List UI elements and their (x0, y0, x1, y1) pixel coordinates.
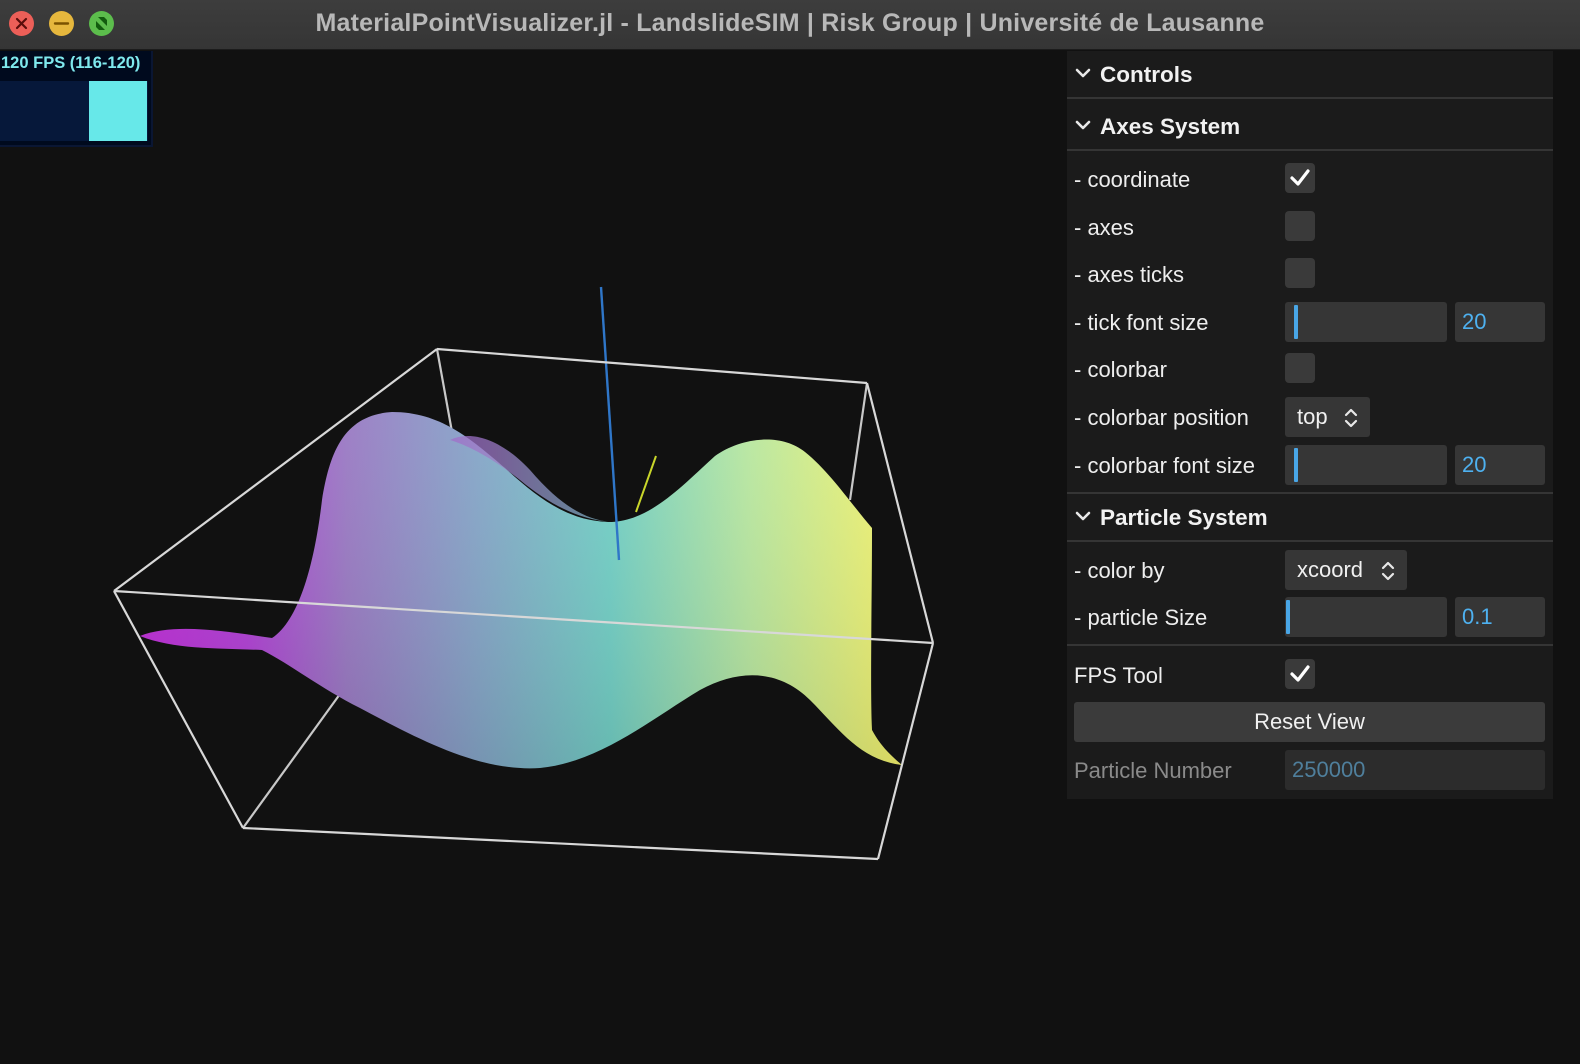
chevron-down-icon (1075, 511, 1091, 521)
axes-ticks-checkbox[interactable] (1285, 258, 1315, 288)
scene-canvas[interactable] (0, 51, 1068, 1064)
fps-widget: 120 FPS (116-120) (0, 51, 153, 147)
particle-system-header[interactable]: Particle System (1067, 494, 1553, 542)
tick-font-size-label: - tick font size (1074, 310, 1209, 335)
updown-arrows-icon (1381, 561, 1395, 581)
fps-graph-bar (89, 81, 147, 141)
axes-ticks-label: - axes ticks (1074, 262, 1185, 287)
tick-font-size-input[interactable]: 20 (1455, 302, 1545, 342)
particle-size-input[interactable]: 0.1 (1455, 597, 1545, 637)
surface-mesh (140, 412, 902, 769)
particle-size-slider[interactable] (1285, 597, 1447, 637)
axes-system-header-label: Axes System (1100, 114, 1241, 139)
controls-header[interactable]: Controls (1067, 51, 1553, 99)
controls-header-label: Controls (1100, 62, 1193, 87)
checkmark-icon (1290, 169, 1310, 186)
fps-tool-label: FPS Tool (1074, 663, 1163, 688)
slider-grab[interactable] (1294, 448, 1298, 482)
chevron-down-icon (1075, 120, 1091, 130)
colorbar-checkbox[interactable] (1285, 353, 1315, 383)
coordinate-label: - coordinate (1074, 167, 1191, 192)
title-bar: MaterialPointVisualizer.jl - LandslideSI… (0, 0, 1580, 50)
color-by-select[interactable]: xcoord (1285, 550, 1407, 590)
tick-font-size-slider[interactable] (1285, 302, 1447, 342)
colorbar-position-value: top (1297, 404, 1328, 429)
chevron-down-icon (1075, 68, 1091, 78)
colorbar-position-label: - colorbar position (1074, 405, 1249, 430)
fps-tool-checkbox[interactable] (1285, 659, 1315, 689)
colorbar-position-select[interactable]: top (1285, 397, 1370, 437)
3d-viewport[interactable] (0, 51, 1068, 1064)
controls-panel: Controls Axes System - coordinate - axes… (1067, 51, 1553, 799)
axes-checkbox[interactable] (1285, 211, 1315, 241)
slider-grab[interactable] (1294, 305, 1298, 339)
particle-system-header-label: Particle System (1100, 505, 1268, 530)
color-by-value: xcoord (1297, 557, 1364, 582)
window-title: MaterialPointVisualizer.jl - LandslideSI… (315, 9, 1265, 37)
colorbar-font-size-slider[interactable] (1285, 445, 1447, 485)
axes-system-header[interactable]: Axes System (1067, 103, 1553, 151)
fps-label: 120 FPS (116-120) (1, 54, 141, 72)
colorbar-font-size-label: - colorbar font size (1074, 453, 1255, 478)
color-by-label: - color by (1074, 558, 1165, 583)
updown-arrows-icon (1344, 408, 1358, 428)
fps-graph (0, 81, 148, 141)
z-axis-line (599, 286, 621, 561)
colorbar-font-size-input[interactable]: 20 (1455, 445, 1545, 485)
particle-number-field: 250000 (1285, 750, 1545, 790)
app-window: MaterialPointVisualizer.jl - LandslideSI… (0, 0, 1580, 1064)
divider (1067, 644, 1553, 646)
particle-number-label: Particle Number (1074, 758, 1232, 783)
checkmark-icon (1290, 665, 1310, 682)
slider-grab[interactable] (1286, 600, 1290, 634)
particle-size-label: - particle Size (1074, 605, 1208, 630)
coordinate-checkbox[interactable] (1285, 163, 1315, 193)
reset-view-button[interactable]: Reset View (1074, 702, 1545, 742)
colorbar-label: - colorbar (1074, 357, 1167, 382)
axes-label: - axes (1074, 215, 1134, 240)
coordinate-axes (635, 455, 657, 513)
